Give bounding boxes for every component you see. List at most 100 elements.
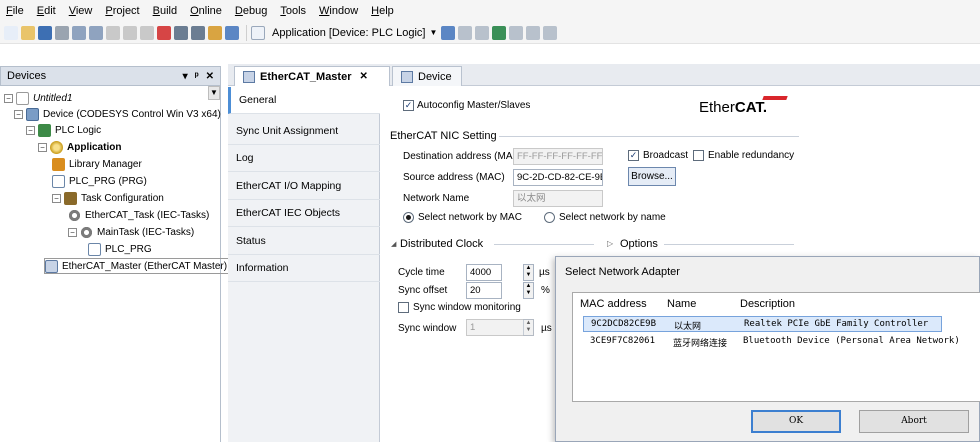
menu-item-view[interactable]: View (69, 5, 93, 17)
section-divider (664, 244, 794, 245)
tab-device[interactable]: Device (392, 66, 462, 86)
tree-node[interactable]: − Task Configuration (52, 190, 164, 206)
collapse-icon[interactable]: ◢ (391, 240, 396, 248)
close-tab-icon[interactable]: ✕ (360, 71, 368, 82)
collapse-toggle-icon[interactable]: − (14, 109, 23, 119)
toolbar-separator (246, 24, 247, 41)
menu-item-file[interactable]: File (6, 5, 24, 17)
save-icon[interactable] (38, 25, 52, 40)
application-icon (251, 25, 265, 40)
device-icon (26, 107, 39, 121)
abort-button[interactable]: Abort (859, 410, 969, 433)
nav-item-ethercat-iec-objects[interactable]: EtherCAT IEC Objects (228, 200, 380, 227)
breakpoint-icon[interactable] (509, 25, 524, 40)
login-icon[interactable] (225, 25, 239, 40)
tree-dropdown-button[interactable]: ▼ (208, 86, 220, 100)
broadcast-checkbox[interactable]: ✓ (628, 150, 639, 161)
adapter-name: 以太网 (674, 322, 702, 332)
collapse-toggle-icon[interactable]: − (68, 227, 77, 237)
sync-window-monitoring-checkbox[interactable] (398, 302, 409, 313)
menu-item-help[interactable]: Help (371, 5, 394, 17)
tree-node[interactable]: EtherCAT_Task (IEC-Tasks) (68, 207, 209, 223)
copy-icon[interactable] (123, 25, 137, 40)
undo-icon[interactable] (72, 25, 86, 40)
tree-node[interactable]: EtherCAT_Master (EtherCAT Master) (44, 258, 231, 274)
menu-item-window[interactable]: Window (319, 5, 358, 17)
network-name-field: 以太网 (513, 190, 603, 207)
build-icon[interactable] (543, 25, 558, 40)
nav-item-log[interactable]: Log (228, 145, 380, 172)
redo-icon[interactable] (89, 25, 103, 40)
tab-ethercat-master[interactable]: EtherCAT_Master ✕ (234, 66, 390, 86)
menu-item-edit[interactable]: Edit (37, 5, 56, 17)
tree-node[interactable]: − Application (38, 139, 121, 155)
tree-node[interactable]: Library Manager (52, 156, 142, 172)
replace-icon[interactable] (191, 25, 205, 40)
nav-item-sync-unit-assignment[interactable]: Sync Unit Assignment (228, 118, 380, 145)
collapse-toggle-icon[interactable]: − (38, 142, 47, 152)
logo-text-1: Ether (699, 98, 735, 116)
tree-node[interactable]: − MainTask (IEC-Tasks) (68, 224, 194, 240)
reset-icon[interactable] (492, 25, 507, 40)
enable-redundancy-checkbox[interactable] (693, 150, 704, 161)
expand-icon[interactable]: ▷ (607, 239, 613, 248)
menu-item-project[interactable]: Project (105, 5, 139, 17)
destination-address-label: Destination address (MAC) (403, 151, 524, 162)
ethercat-master-icon (45, 259, 58, 273)
find-icon[interactable] (174, 25, 188, 40)
select-by-mac-radio[interactable] (403, 212, 414, 223)
sync-offset-field[interactable]: 20 (466, 282, 502, 299)
application-icon (50, 140, 63, 154)
tree-node[interactable]: − PLC Logic (26, 122, 101, 138)
nav-item-general[interactable]: General (228, 87, 380, 114)
open-icon[interactable] (21, 25, 35, 40)
sync-offset-spinner[interactable]: ▲ ▼ (523, 282, 534, 299)
active-application-selector[interactable]: Application [Device: PLC Logic] (272, 27, 425, 39)
tree-node[interactable]: PLC_PRG (PRG) (52, 173, 147, 189)
nav-item-information[interactable]: Information (228, 255, 380, 282)
menu-item-build[interactable]: Build (153, 5, 177, 17)
panel-menu-icon[interactable]: ▾ (183, 71, 188, 82)
step-icon[interactable] (526, 25, 541, 40)
delete-icon[interactable] (157, 25, 171, 40)
run-icon[interactable] (458, 25, 473, 40)
chevron-down-icon[interactable]: ▼ (429, 28, 437, 37)
tree-node-label: PLC_PRG (PRG) (69, 175, 147, 187)
adapter-row[interactable]: 9C2DCD82CE9B 以太网 Realtek PCIe GbE Family C… (583, 316, 942, 332)
cut-icon[interactable] (106, 25, 120, 40)
logout-icon[interactable] (441, 25, 456, 40)
destination-address-field[interactable]: FF-FF-FF-FF-FF-FF (513, 148, 603, 165)
browse-button[interactable]: Browse... (628, 167, 676, 186)
nav-item-ethercat-i-o-mapping[interactable]: EtherCAT I/O Mapping (228, 173, 380, 200)
stop-icon[interactable] (475, 25, 490, 40)
menu-item-debug[interactable]: Debug (235, 5, 267, 17)
collapse-toggle-icon[interactable]: − (26, 125, 35, 135)
nav-item-status[interactable]: Status (228, 228, 380, 255)
tree-node-label: Device (CODESYS Control Win V3 x64) (43, 108, 221, 120)
collapse-toggle-icon[interactable]: − (4, 93, 13, 103)
column-header-description[interactable]: Description (740, 298, 795, 310)
tree-node-label: EtherCAT_Master (EtherCAT Master) (62, 260, 228, 272)
collapse-toggle-icon[interactable]: − (52, 193, 61, 203)
adapter-row[interactable]: 3CE9F7C82061 蓝牙网络连接 Bluetooth Device (Pers… (583, 334, 960, 350)
paste-icon[interactable] (140, 25, 154, 40)
tree-node[interactable]: PLC_PRG (88, 241, 152, 257)
select-by-name-radio[interactable] (544, 212, 555, 223)
bookmark-icon[interactable] (208, 25, 222, 40)
source-address-field[interactable]: 9C-2D-CD-82-CE-9B (513, 169, 603, 186)
adapter-list[interactable]: MAC address Name Description 9C2DCD82CE9… (572, 292, 980, 402)
print-icon[interactable] (55, 25, 69, 40)
column-header-name[interactable]: Name (667, 298, 696, 310)
column-header-mac[interactable]: MAC address (580, 298, 647, 310)
cycle-time-spinner[interactable]: ▲ ▼ (523, 264, 534, 281)
cycle-time-field[interactable]: 4000 (466, 264, 502, 281)
new-project-icon[interactable] (4, 25, 18, 40)
tree-node[interactable]: − Device (CODESYS Control Win V3 x64) (14, 106, 221, 122)
autoconfig-checkbox[interactable]: ✓ (403, 100, 414, 111)
menu-item-online[interactable]: Online (190, 5, 222, 17)
menu-item-tools[interactable]: Tools (280, 5, 306, 17)
ok-button[interactable]: OK (751, 410, 841, 433)
tree-node[interactable]: − Untitled1 (4, 90, 72, 106)
close-icon[interactable]: ✕ (206, 71, 214, 82)
pin-icon[interactable]: ᵖ (195, 71, 199, 82)
